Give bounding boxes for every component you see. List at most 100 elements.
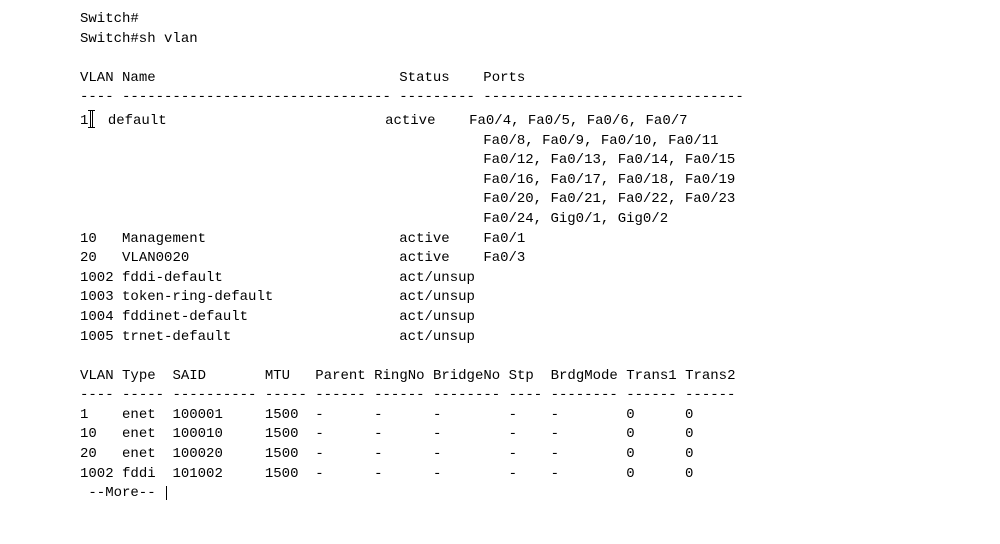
col-parent: Parent: [315, 368, 365, 384]
vlan-name: fddi-default: [122, 270, 223, 286]
vlan-type: fddi: [122, 466, 156, 482]
vlan-status: act/unsup: [399, 270, 475, 286]
vlan-id: 1004: [80, 309, 114, 325]
vlan-stp: -: [509, 466, 517, 482]
vlan-name: VLAN0020: [122, 250, 189, 266]
vlan-name: trnet-default: [122, 329, 231, 345]
divider: ---------: [399, 89, 475, 105]
divider: ------: [685, 387, 735, 403]
vlan-brdgmode: -: [551, 466, 559, 482]
divider: ----: [80, 387, 114, 403]
vlan-mtu: 1500: [265, 466, 299, 482]
vlan-status: active: [385, 113, 435, 129]
vlan-status: act/unsup: [399, 289, 475, 305]
col-vlan: VLAN: [80, 368, 114, 384]
vlan-id: 10: [80, 231, 97, 247]
divider: --------------------------------: [122, 89, 391, 105]
text-cursor-icon: [90, 111, 93, 127]
vlan-id: 1002: [80, 466, 114, 482]
vlan-parent: -: [315, 466, 323, 482]
vlan-bridgeno: -: [433, 426, 441, 442]
vlan-id: 20: [80, 446, 97, 462]
col-brdgmode: BrdgMode: [551, 368, 618, 384]
prompt-line: Switch#: [80, 11, 139, 27]
divider: ------: [626, 387, 676, 403]
vlan-trans2: 0: [685, 446, 693, 462]
vlan-ports: Fa0/16, Fa0/17, Fa0/18, Fa0/19: [483, 172, 735, 188]
col-bridgeno: BridgeNo: [433, 368, 500, 384]
vlan-id: 1: [80, 113, 88, 129]
vlan-trans1: 0: [626, 426, 634, 442]
col-ringno: RingNo: [374, 368, 424, 384]
vlan-said: 100020: [172, 446, 222, 462]
vlan-id: 1: [80, 407, 88, 423]
vlan-mtu: 1500: [265, 407, 299, 423]
vlan-ringno: -: [374, 407, 382, 423]
divider: --------: [433, 387, 500, 403]
vlan-ports: Fa0/3: [483, 250, 525, 266]
vlan-id: 10: [80, 426, 97, 442]
vlan-ports: Fa0/24, Gig0/1, Gig0/2: [483, 211, 668, 227]
vlan-trans1: 0: [626, 407, 634, 423]
vlan-trans2: 0: [685, 407, 693, 423]
prompt-line: Switch#sh vlan: [80, 31, 198, 47]
vlan-type: enet: [122, 426, 156, 442]
vlan-type: enet: [122, 446, 156, 462]
vlan-name: default: [108, 113, 167, 129]
vlan-id: 1003: [80, 289, 114, 305]
cursor-icon: [166, 486, 167, 500]
vlan-bridgeno: -: [433, 446, 441, 462]
vlan-bridgeno: -: [433, 466, 441, 482]
vlan-ringno: -: [374, 446, 382, 462]
vlan-ports: Fa0/8, Fa0/9, Fa0/10, Fa0/11: [483, 133, 718, 149]
divider: -----: [265, 387, 307, 403]
vlan-parent: -: [315, 407, 323, 423]
vlan-mtu: 1500: [265, 426, 299, 442]
col-status: Status: [399, 70, 449, 86]
col-trans1: Trans1: [626, 368, 676, 384]
vlan-said: 101002: [172, 466, 222, 482]
vlan-said: 100001: [172, 407, 222, 423]
vlan-trans1: 0: [626, 446, 634, 462]
col-type: Type: [122, 368, 156, 384]
vlan-name: token-ring-default: [122, 289, 273, 305]
col-name: Name: [122, 70, 156, 86]
divider: -------------------------------: [483, 89, 743, 105]
vlan-trans1: 0: [626, 466, 634, 482]
col-stp: Stp: [509, 368, 534, 384]
col-mtu: MTU: [265, 368, 290, 384]
divider: -----: [122, 387, 164, 403]
vlan-ports: Fa0/12, Fa0/13, Fa0/14, Fa0/15: [483, 152, 735, 168]
col-said: SAID: [172, 368, 206, 384]
vlan-brdgmode: -: [551, 446, 559, 462]
vlan-stp: -: [509, 407, 517, 423]
vlan-brdgmode: -: [551, 407, 559, 423]
vlan-type: enet: [122, 407, 156, 423]
vlan-trans2: 0: [685, 466, 693, 482]
vlan-stp: -: [509, 426, 517, 442]
col-ports: Ports: [483, 70, 525, 86]
col-trans2: Trans2: [685, 368, 735, 384]
divider: ------: [315, 387, 365, 403]
vlan-status: act/unsup: [399, 329, 475, 345]
vlan-ports: Fa0/1: [483, 231, 525, 247]
terminal-output[interactable]: Switch# Switch#sh vlan VLAN Name Status …: [0, 0, 1000, 504]
vlan-mtu: 1500: [265, 446, 299, 462]
col-vlan: VLAN: [80, 70, 114, 86]
vlan-trans2: 0: [685, 426, 693, 442]
divider: ----------: [172, 387, 256, 403]
vlan-status: active: [399, 231, 449, 247]
vlan-ringno: -: [374, 426, 382, 442]
vlan-bridgeno: -: [433, 407, 441, 423]
vlan-id: 20: [80, 250, 97, 266]
vlan-said: 100010: [172, 426, 222, 442]
more-prompt[interactable]: --More--: [80, 485, 164, 501]
vlan-brdgmode: -: [551, 426, 559, 442]
vlan-parent: -: [315, 446, 323, 462]
vlan-status: active: [399, 250, 449, 266]
vlan-id: 1002: [80, 270, 114, 286]
vlan-ringno: -: [374, 466, 382, 482]
vlan-name: Management: [122, 231, 206, 247]
divider: --------: [551, 387, 618, 403]
vlan-status: act/unsup: [399, 309, 475, 325]
